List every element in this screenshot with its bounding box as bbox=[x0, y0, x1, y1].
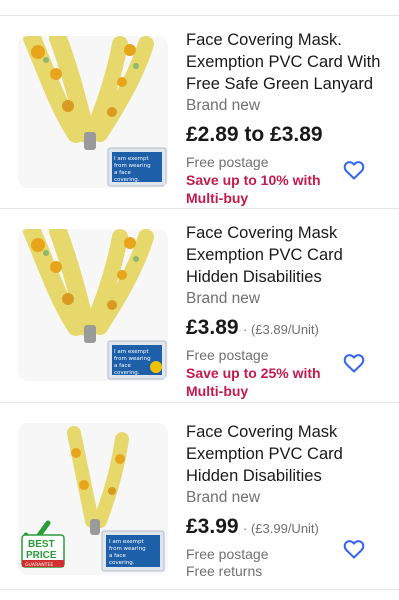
card-text: I am exempt bbox=[114, 349, 149, 355]
card-text: a face bbox=[109, 553, 126, 559]
promo-text: Multi-buy bbox=[186, 190, 249, 206]
watch-heart-icon[interactable] bbox=[342, 158, 366, 182]
listing-title[interactable]: Face Covering Mask Exemption PVC Card Hi… bbox=[186, 222, 386, 288]
card-text: from wearing bbox=[114, 356, 151, 362]
promo-text: Multi-buy bbox=[186, 383, 249, 399]
best-price-badge-icon: BEST PRICE GUARANTEE bbox=[21, 520, 65, 568]
unit-price: · (£3.99/Unit) bbox=[243, 521, 319, 536]
watch-heart-icon[interactable] bbox=[342, 351, 366, 375]
listing-condition: Brand new bbox=[186, 290, 261, 307]
card-text: I am exempt bbox=[114, 156, 149, 162]
badge-text: GUARANTEE bbox=[25, 562, 53, 568]
listing-price: £3.89 bbox=[186, 316, 239, 339]
divider bbox=[0, 589, 399, 590]
badge-text: PRICE bbox=[26, 550, 57, 561]
listing-condition: Brand new bbox=[186, 97, 261, 114]
card-text: I am exempt bbox=[109, 539, 144, 545]
listing-image[interactable]: I am exempt from wearing a face covering… bbox=[18, 229, 168, 381]
divider bbox=[0, 15, 399, 16]
watch-heart-icon[interactable] bbox=[342, 537, 366, 561]
listing-condition: Brand new bbox=[186, 489, 261, 506]
card-text: covering. bbox=[114, 370, 140, 376]
card-text: covering. bbox=[114, 177, 140, 183]
badge-text: BEST bbox=[28, 539, 55, 550]
card-text: from wearing bbox=[114, 163, 151, 169]
listing-image[interactable]: I am exempt from wearing a face covering… bbox=[18, 36, 168, 188]
listing-title[interactable]: Face Covering Mask Exemption PVC Card Hi… bbox=[186, 421, 386, 487]
card-text: a face bbox=[114, 170, 131, 176]
card-text: from wearing bbox=[109, 546, 146, 552]
listing-price: £2.89 to £3.89 bbox=[186, 123, 323, 146]
unit-price: · (£3.89/Unit) bbox=[243, 322, 319, 337]
listing-image[interactable]: I am exempt from wearing a face covering… bbox=[18, 423, 168, 575]
divider bbox=[0, 208, 399, 209]
card-text: a face bbox=[114, 363, 131, 369]
divider bbox=[0, 402, 399, 403]
listing-price: £3.99 bbox=[186, 515, 239, 538]
card-text: covering. bbox=[109, 560, 135, 566]
listing-title[interactable]: Face Covering Mask. Exemption PVC Card W… bbox=[186, 29, 386, 95]
returns-text: Free returns bbox=[186, 563, 263, 579]
